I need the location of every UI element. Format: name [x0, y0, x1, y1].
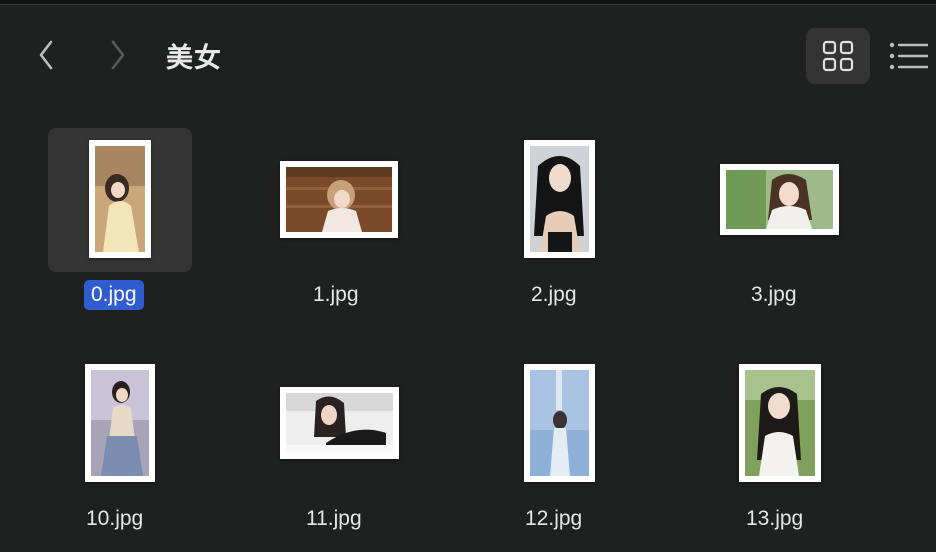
photo-thumbnail-image — [530, 146, 589, 252]
file-thumbnail[interactable] — [524, 140, 595, 258]
file-thumbnail[interactable] — [524, 364, 595, 482]
file-thumbnail[interactable] — [89, 140, 151, 258]
file-name[interactable]: 10.jpg — [86, 504, 143, 534]
file-thumbnail[interactable] — [280, 161, 398, 238]
photo-thumbnail-image — [95, 146, 145, 252]
file-name[interactable]: 11.jpg — [306, 504, 362, 534]
file-name[interactable]: 2.jpg — [531, 280, 577, 310]
file-name[interactable]: 3.jpg — [751, 280, 797, 310]
photo-thumbnail-image — [726, 170, 833, 229]
file-thumbnail[interactable] — [280, 387, 399, 459]
photo-thumbnail-image — [91, 370, 149, 476]
file-thumbnail[interactable] — [720, 164, 839, 235]
file-name[interactable]: 0.jpg — [84, 280, 144, 310]
file-thumbnail[interactable] — [85, 364, 155, 482]
photo-thumbnail-image — [286, 393, 393, 453]
file-name[interactable]: 12.jpg — [525, 504, 582, 534]
photo-thumbnail-image — [530, 370, 589, 476]
photo-thumbnail-image — [745, 370, 815, 476]
file-grid: 0.jpg 1.jpg 2.jpg 3.jpg 10.jpg 11.jpg 12… — [0, 0, 936, 552]
file-thumbnail[interactable] — [739, 364, 821, 482]
file-name[interactable]: 1.jpg — [313, 280, 359, 310]
file-name[interactable]: 13.jpg — [746, 504, 803, 534]
photo-thumbnail-image — [286, 167, 392, 232]
